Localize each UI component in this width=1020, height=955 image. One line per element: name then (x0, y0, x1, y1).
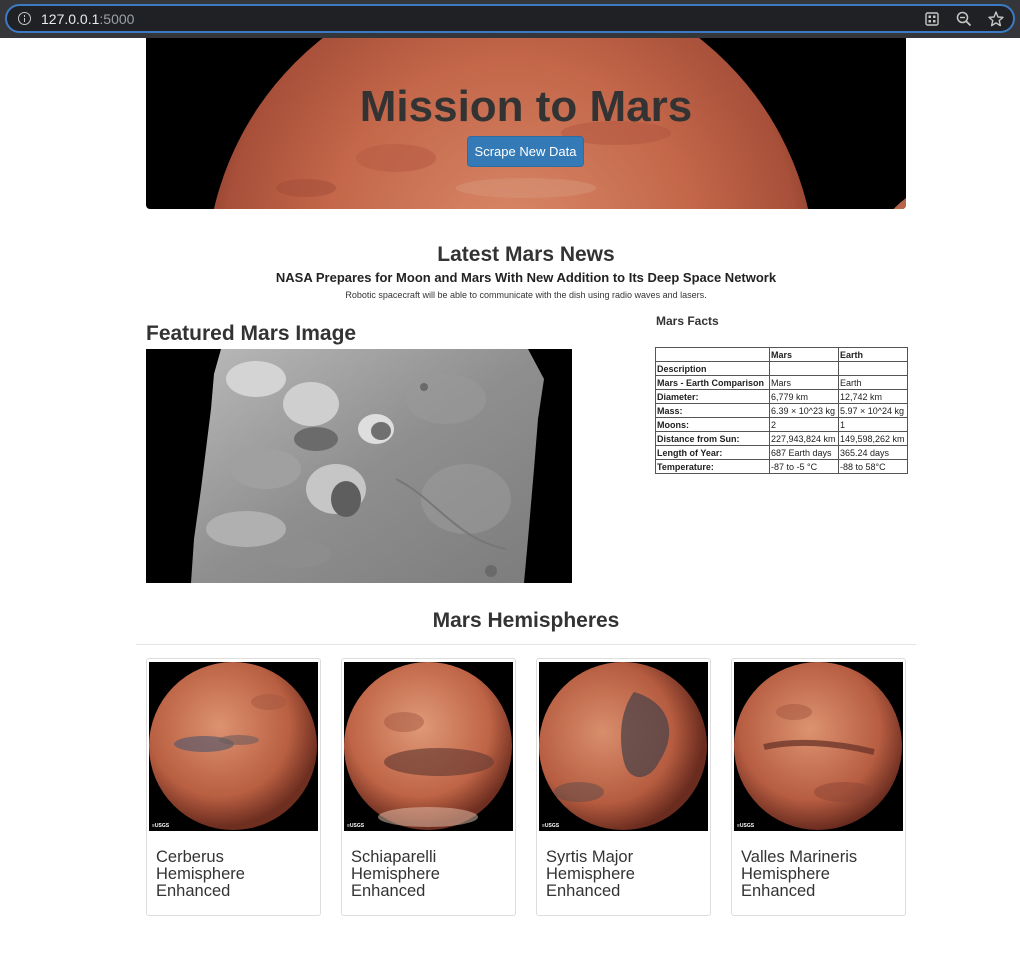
mars-value: 227,943,824 km (769, 431, 839, 446)
table-row: Description (655, 361, 908, 376)
earth-value: Earth (838, 375, 908, 390)
hemisphere-card[interactable]: ≡USGS Schiaparelli Hemisphere Enhanced (341, 658, 516, 916)
table-header-cell: Mars (769, 347, 839, 362)
table-header-row: Mars Earth (655, 347, 908, 362)
hemisphere-caption[interactable]: Syrtis Major Hemisphere Enhanced (546, 849, 706, 900)
hemispheres-title: Mars Hemispheres (432, 609, 620, 632)
hero-banner: Mission to Mars Scrape New Data (146, 38, 906, 209)
table-row: Moons: 2 1 (655, 417, 908, 432)
star-icon[interactable] (987, 10, 1005, 28)
row-label: Description (655, 361, 770, 376)
table-row: Length of Year: 687 Earth days 365.24 da… (655, 445, 908, 460)
table-row: Mass: 6.39 × 10^23 kg 5.97 × 10^24 kg (655, 403, 908, 418)
hero-title-container: Mission to Mars (146, 82, 906, 132)
grid-icon[interactable] (923, 10, 941, 28)
mars-value: Mars (769, 375, 839, 390)
featured-mars-image (146, 349, 572, 583)
hemisphere-thumbnail[interactable]: ≡USGS (149, 662, 318, 831)
facts-title: Mars Facts (656, 314, 719, 328)
usgs-logo: ≡USGS (347, 823, 365, 829)
url-host: 127.0.0.1 (41, 11, 100, 27)
earth-value: 1 (838, 417, 908, 432)
mars-value: -87 to -5 °C (769, 459, 839, 474)
table-row: Diameter: 6,779 km 12,742 km (655, 389, 908, 404)
hemisphere-card[interactable]: ≡USGS Cerberus Hemisphere Enhanced (146, 658, 321, 916)
zoom-out-icon[interactable] (955, 10, 973, 28)
mars-value: 6.39 × 10^23 kg (769, 403, 839, 418)
featured-image-title: Featured Mars Image (146, 322, 357, 345)
hemisphere-card[interactable]: ≡USGS Valles Marineris Hemisphere Enhanc… (731, 658, 906, 916)
earth-value (838, 361, 908, 376)
row-label: Diameter: (655, 389, 770, 404)
earth-value: 149,598,262 km (838, 431, 908, 446)
divider (136, 644, 916, 645)
usgs-logo: ≡USGS (152, 823, 170, 829)
page-title: Mission to Mars (359, 82, 693, 131)
earth-value: 5.97 × 10^24 kg (838, 403, 908, 418)
mars-value: 687 Earth days (769, 445, 839, 460)
row-label: Length of Year: (655, 445, 770, 460)
row-label: Distance from Sun: (655, 431, 770, 446)
row-label: Mars - Earth Comparison (655, 375, 770, 390)
url-port: :5000 (99, 11, 135, 27)
table-row: Distance from Sun: 227,943,824 km 149,59… (655, 431, 908, 446)
table-row: Temperature: -87 to -5 °C -88 to 58°C (655, 459, 908, 474)
hemisphere-caption[interactable]: Cerberus Hemisphere Enhanced (156, 849, 316, 900)
hemisphere-thumbnail[interactable]: ≡USGS (734, 662, 903, 831)
hemisphere-thumbnail[interactable]: ≡USGS (344, 662, 513, 831)
mars-facts-table: Mars Earth Description Mars - Earth Comp… (655, 347, 908, 474)
earth-value: 12,742 km (838, 389, 908, 404)
browser-toolbar: 127.0.0.1:5000 (0, 0, 1020, 38)
scrape-button[interactable]: Scrape New Data (467, 136, 584, 167)
row-label: Moons: (655, 417, 770, 432)
featured-image-graphic (146, 349, 572, 583)
earth-value: -88 to 58°C (838, 459, 908, 474)
mars-value: 2 (769, 417, 839, 432)
earth-value: 365.24 days (838, 445, 908, 460)
table-header-cell (655, 347, 770, 362)
mars-value: 6,779 km (769, 389, 839, 404)
usgs-logo: ≡USGS (542, 823, 560, 829)
url-text[interactable]: 127.0.0.1:5000 (41, 11, 134, 27)
hemisphere-caption[interactable]: Schiaparelli Hemisphere Enhanced (351, 849, 511, 900)
news-teaser: Robotic spacecraft will be able to commu… (345, 290, 707, 300)
info-icon[interactable] (18, 12, 31, 25)
table-header-cell: Earth (838, 347, 908, 362)
news-headline: NASA Prepares for Moon and Mars With New… (275, 270, 777, 285)
hemisphere-caption[interactable]: Valles Marineris Hemisphere Enhanced (741, 849, 901, 900)
hemisphere-card[interactable]: ≡USGS Syrtis Major Hemisphere Enhanced (536, 658, 711, 916)
address-bar[interactable]: 127.0.0.1:5000 (5, 4, 1015, 33)
table-row: Mars - Earth Comparison Mars Earth (655, 375, 908, 390)
row-label: Mass: (655, 403, 770, 418)
hemisphere-thumbnail[interactable]: ≡USGS (539, 662, 708, 831)
mars-value (769, 361, 839, 376)
news-section-title: Latest Mars News (437, 243, 615, 266)
row-label: Temperature: (655, 459, 770, 474)
usgs-logo: ≡USGS (737, 823, 755, 829)
